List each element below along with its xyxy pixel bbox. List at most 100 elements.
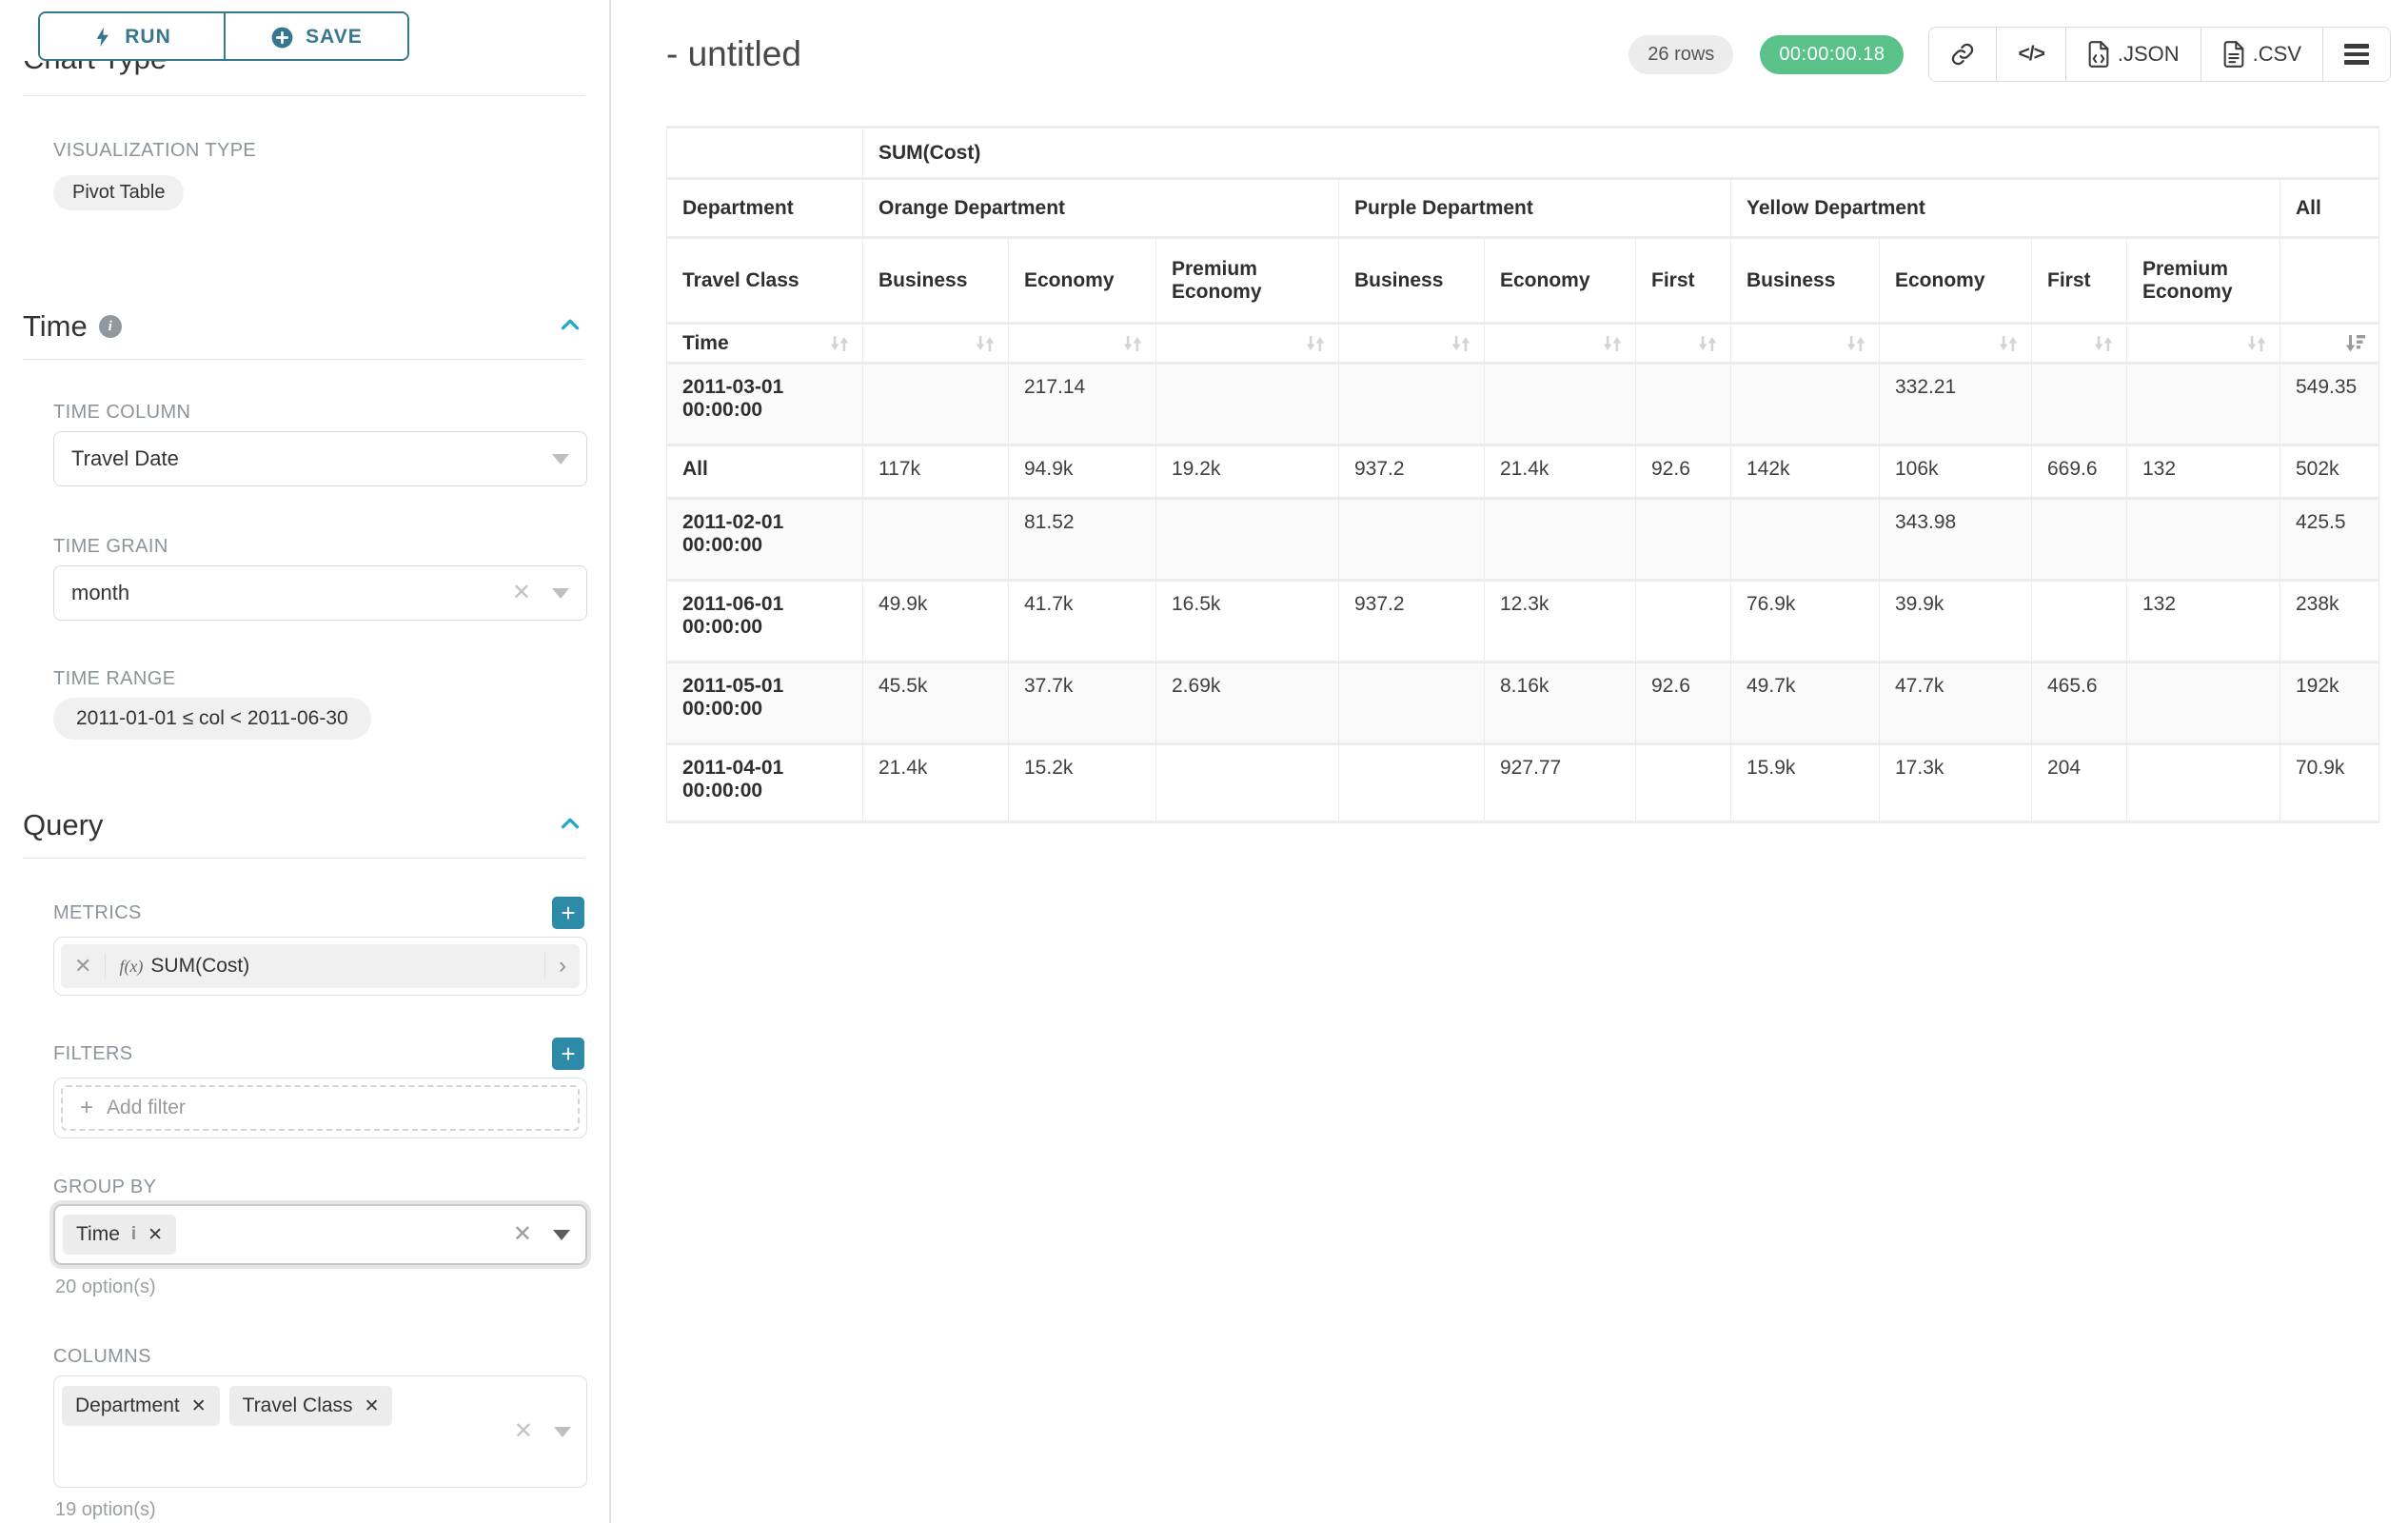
chevron-down-icon[interactable]	[553, 1230, 570, 1240]
pivot-sort-cell[interactable]: Time	[667, 324, 863, 364]
pivot-table-row: 2011-02-01 00:00:0081.52343.98425.5	[667, 499, 2379, 581]
function-icon: f(x)	[119, 957, 143, 977]
superset-explore-view: Chart Type RUN SAVE	[0, 0, 2408, 1523]
pivot-corner-cell	[667, 128, 863, 179]
sort-toggle-icon[interactable]	[1995, 330, 2022, 357]
time-column-label: TIME COLUMN	[53, 402, 609, 424]
sort-toggle-icon[interactable]	[972, 330, 998, 357]
sort-toggle-icon[interactable]	[1599, 330, 1626, 357]
pivot-leaf-column-header: Economy	[1880, 238, 2032, 324]
pivot-value-cell	[1485, 499, 1636, 581]
pivot-value-cell: 76.9k	[1731, 581, 1880, 663]
view-query-button[interactable]: </>	[1996, 28, 2064, 81]
filters-control: + Add filter	[53, 1078, 587, 1138]
pivot-value-cell	[1636, 581, 1731, 663]
time-section-title: Time	[23, 309, 88, 344]
viz-type-value[interactable]: Pivot Table	[53, 175, 184, 210]
pivot-value-cell: 425.5	[2280, 499, 2379, 581]
clear-icon[interactable]: ✕	[512, 582, 531, 604]
sort-toggle-icon[interactable]	[1843, 330, 1869, 357]
run-button[interactable]: RUN	[40, 13, 224, 61]
add-metric-button[interactable]: +	[552, 897, 584, 929]
metrics-label: METRICS	[53, 902, 142, 924]
pivot-sort-cell[interactable]	[1731, 324, 1880, 364]
pivot-value-cell: 92.6	[1636, 445, 1731, 499]
pivot-value-cell: 70.9k	[2280, 744, 2379, 822]
pivot-sort-cell[interactable]	[1880, 324, 2032, 364]
metric-name: SUM(Cost)	[150, 955, 544, 978]
pivot-value-cell: 937.2	[1339, 581, 1485, 663]
pivot-sort-cell[interactable]	[2127, 324, 2280, 364]
clear-icon[interactable]: ✕	[514, 1420, 533, 1443]
columns-select[interactable]: Department ✕ Travel Class ✕ ✕	[53, 1375, 587, 1488]
pivot-leaf-column-header: Economy	[1009, 238, 1156, 324]
sort-toggle-icon[interactable]	[1694, 330, 1721, 357]
columns-tag-travel-class[interactable]: Travel Class ✕	[229, 1386, 393, 1426]
add-filter-plus-button[interactable]: +	[552, 1038, 584, 1070]
section-divider	[23, 858, 584, 859]
chevron-down-icon[interactable]	[552, 588, 569, 599]
chevron-down-icon[interactable]	[554, 1427, 571, 1437]
groupby-select[interactable]: Time i ✕ ✕	[53, 1204, 587, 1265]
remove-tag-icon[interactable]: ✕	[365, 1395, 380, 1417]
row-count-badge: 26 rows	[1628, 35, 1733, 74]
columns-tag-department[interactable]: Department ✕	[62, 1386, 220, 1426]
query-collapse-icon[interactable]	[556, 809, 584, 842]
pivot-sort-cell[interactable]	[863, 324, 1009, 364]
pivot-value-cell	[1156, 364, 1339, 445]
export-json-button[interactable]: .JSON	[2065, 28, 2201, 81]
remove-tag-icon[interactable]: ✕	[148, 1224, 163, 1246]
chevron-down-icon[interactable]	[552, 454, 569, 465]
sort-desc-icon[interactable]	[2342, 330, 2369, 357]
chevron-right-icon[interactable]: ›	[544, 953, 580, 979]
sort-toggle-icon[interactable]	[1302, 330, 1329, 357]
sort-toggle-icon[interactable]	[1448, 330, 1474, 357]
time-grain-select[interactable]: month ✕	[53, 565, 587, 621]
time-range-value[interactable]: 2011-01-01 ≤ col < 2011-06-30	[53, 698, 371, 740]
export-csv-button[interactable]: .CSV	[2201, 28, 2322, 81]
pivot-sort-cell[interactable]	[1009, 324, 1156, 364]
remove-tag-icon[interactable]: ✕	[191, 1395, 207, 1417]
pivot-leaf-column-header: Business	[863, 238, 1009, 324]
pivot-sort-cell[interactable]	[2032, 324, 2127, 364]
pivot-value-cell: 17.3k	[1880, 744, 2032, 822]
pivot-sort-cell[interactable]	[1636, 324, 1731, 364]
pivot-sort-cell[interactable]	[1485, 324, 1636, 364]
pivot-sort-cell[interactable]	[1156, 324, 1339, 364]
chart-title[interactable]: - untitled	[666, 34, 801, 74]
pivot-value-cell: 12.3k	[1485, 581, 1636, 663]
pivot-table-row: 2011-05-01 00:00:0045.5k37.7k2.69k8.16k9…	[667, 663, 2379, 744]
pivot-value-cell: 15.9k	[1731, 744, 1880, 822]
sort-toggle-icon[interactable]	[2243, 330, 2270, 357]
pivot-value-cell: 21.4k	[863, 744, 1009, 822]
pivot-leaf-column-header: Business	[1339, 238, 1485, 324]
pivot-row-label: 2011-03-01 00:00:00	[667, 364, 863, 445]
csv-file-icon	[2222, 41, 2245, 68]
groupby-tag-time[interactable]: Time i ✕	[63, 1215, 176, 1255]
sort-toggle-icon[interactable]	[1119, 330, 1146, 357]
section-divider	[23, 95, 584, 96]
columns-options-count: 19 option(s)	[55, 1499, 609, 1521]
pivot-value-cell: 132	[2127, 581, 2280, 663]
pivot-sort-cell[interactable]	[1339, 324, 1485, 364]
pivot-value-cell: 217.14	[1009, 364, 1156, 445]
add-filter-button[interactable]: + Add filter	[61, 1085, 580, 1131]
sort-toggle-icon[interactable]	[826, 330, 853, 357]
time-collapse-icon[interactable]	[556, 310, 584, 344]
lightning-icon	[92, 25, 113, 49]
time-column-select[interactable]: Travel Date	[53, 431, 587, 486]
pivot-value-cell: 19.2k	[1156, 445, 1339, 499]
clear-icon[interactable]: ✕	[513, 1223, 532, 1246]
metric-pill[interactable]: ✕ f(x) SUM(Cost) ›	[61, 944, 580, 988]
pivot-value-cell: 39.9k	[1880, 581, 2032, 663]
share-link-button[interactable]	[1929, 28, 1996, 81]
remove-metric-icon[interactable]: ✕	[61, 954, 106, 979]
pivot-value-cell	[1339, 744, 1485, 822]
sort-toggle-icon[interactable]	[2090, 330, 2117, 357]
pivot-value-cell: 2.69k	[1156, 663, 1339, 744]
pivot-sort-cell[interactable]	[2280, 324, 2379, 364]
chart-menu-button[interactable]	[2322, 28, 2390, 81]
columns-label: COLUMNS	[53, 1346, 609, 1368]
save-button[interactable]: SAVE	[224, 13, 407, 61]
pivot-value-cell	[2127, 364, 2280, 445]
